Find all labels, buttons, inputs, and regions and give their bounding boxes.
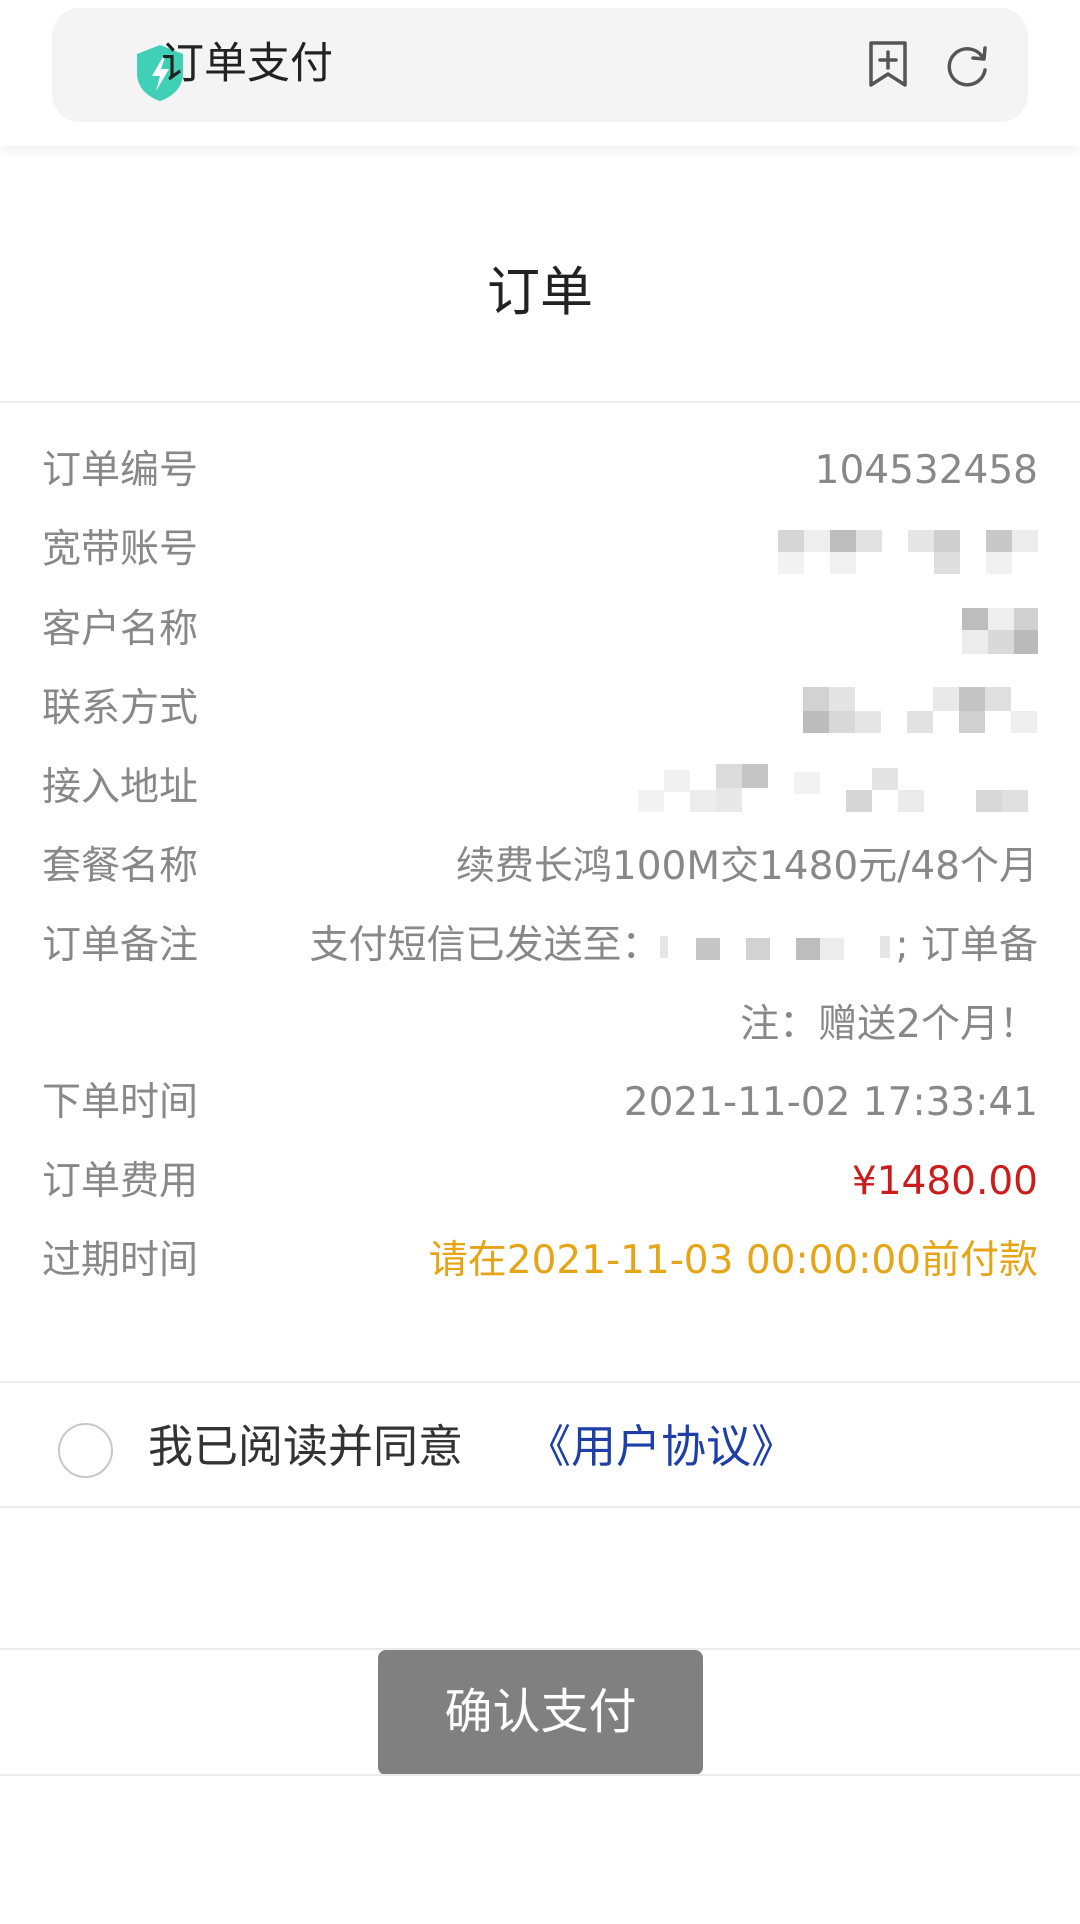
redacted-customer-name xyxy=(962,608,1038,654)
expiry-value: 请在2021-11-03 00:00:00前付款 xyxy=(428,1238,1038,1283)
confirm-pay-button[interactable]: 确认支付 xyxy=(378,1650,703,1775)
row-order-number: 订单编号 104532458 xyxy=(0,441,1080,501)
order-note-label: 订单备注 xyxy=(42,923,199,968)
row-order-time: 下单时间 2021-11-02 17:33:41 xyxy=(0,1073,1080,1133)
pay-bar: 确认支付 xyxy=(0,1648,1080,1775)
redacted-phone xyxy=(660,935,891,960)
page-title: 订单支付 xyxy=(161,39,333,89)
browser-toolbar: 订单支付 xyxy=(0,0,1080,146)
order-time-value: 2021-11-02 17:33:41 xyxy=(623,1080,1038,1125)
user-agreement-link[interactable]: 《用户协议》 xyxy=(526,1414,796,1480)
order-time-label: 下单时间 xyxy=(42,1080,199,1125)
divider xyxy=(0,401,1080,403)
redacted-broadband-account xyxy=(778,530,1038,574)
package-value: 续费长鸿100M交1480元/48个月 xyxy=(455,844,1038,889)
broadband-account-label: 宽带账号 xyxy=(42,527,199,572)
bookmark-add-icon[interactable] xyxy=(866,40,910,88)
redacted-contact xyxy=(803,687,1037,733)
package-label: 套餐名称 xyxy=(42,844,199,889)
expiry-label: 过期时间 xyxy=(42,1238,199,1283)
customer-name-label: 客户名称 xyxy=(42,607,199,652)
order-note-value: 支付短信已发送至： ; 订单备 注：赠送2个月！ xyxy=(278,906,1038,1064)
order-number-value: 104532458 xyxy=(814,448,1038,493)
redacted-address xyxy=(638,764,1028,812)
row-order-note: 订单备注 支付短信已发送至： ; 订单备 注：赠送2个月！ xyxy=(0,916,1080,1056)
order-note-line2: 注：赠送2个月！ xyxy=(740,1002,1038,1047)
agreement-radio[interactable] xyxy=(58,1423,113,1478)
order-note-prefix: 支付短信已发送至： xyxy=(309,923,661,968)
contact-label: 联系方式 xyxy=(42,686,199,731)
row-package: 套餐名称 续费长鸿100M交1480元/48个月 xyxy=(0,837,1080,897)
divider xyxy=(0,1381,1080,1383)
row-contact: 联系方式 xyxy=(0,679,1080,739)
order-note-suffix: ; 订单备 xyxy=(895,923,1038,968)
row-broadband-account: 宽带账号 xyxy=(0,520,1080,580)
reload-icon[interactable] xyxy=(943,42,991,90)
row-customer-name: 客户名称 xyxy=(0,600,1080,660)
agreement-row: 我已阅读并同意 《用户协议》 xyxy=(0,1384,1080,1508)
row-order-fee: 订单费用 ¥1480.00 xyxy=(0,1152,1080,1212)
address-bar[interactable]: 订单支付 xyxy=(52,8,1028,122)
order-fee-label: 订单费用 xyxy=(42,1159,199,1204)
row-expiry: 过期时间 请在2021-11-03 00:00:00前付款 xyxy=(0,1231,1080,1291)
order-heading: 订单 xyxy=(487,262,593,323)
row-address: 接入地址 xyxy=(0,758,1080,818)
order-number-label: 订单编号 xyxy=(42,448,199,493)
divider xyxy=(0,1506,1080,1508)
agreement-text: 我已阅读并同意 xyxy=(148,1420,464,1473)
order-fee-value: ¥1480.00 xyxy=(851,1159,1038,1204)
address-label: 接入地址 xyxy=(42,765,199,810)
divider xyxy=(0,1774,1080,1776)
